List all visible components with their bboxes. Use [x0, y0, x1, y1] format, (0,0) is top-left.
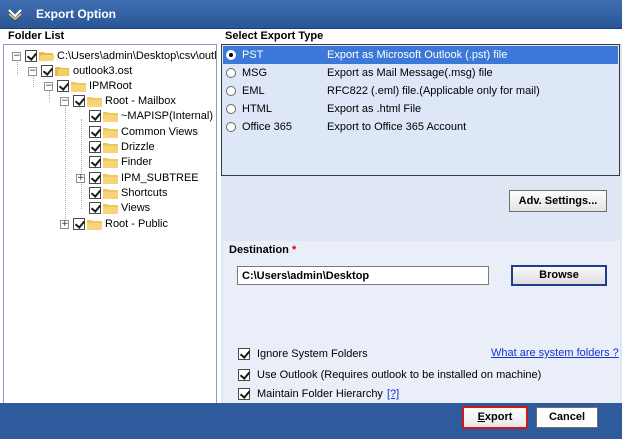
tree-node-label: Views: [121, 202, 151, 214]
tree-connector: [65, 103, 66, 225]
radio-button[interactable]: [226, 68, 236, 78]
tree-node-label: Root - Public: [105, 218, 168, 230]
tree-node-label: Shortcuts: [121, 187, 168, 199]
required-marker: *: [291, 244, 297, 256]
app-logo-icon: [8, 9, 22, 20]
folder-list-header: Folder List: [0, 29, 221, 44]
tree-checkbox[interactable]: [73, 95, 85, 107]
tree-node-label: Root - Mailbox: [105, 95, 176, 107]
folder-icon: [103, 128, 118, 138]
export-type-list[interactable]: PST Export as Microsoft Outlook (.pst) f…: [221, 44, 620, 176]
tree-checkbox[interactable]: [57, 80, 69, 92]
cancel-button[interactable]: Cancel: [536, 407, 598, 428]
destination-section: Destination * C:\Users\admin\Desktop Bro…: [223, 241, 620, 403]
destination-path-input[interactable]: C:\Users\admin\Desktop: [237, 266, 489, 285]
tree-checkbox[interactable]: [89, 202, 101, 214]
radio-button[interactable]: [226, 50, 236, 60]
maintain-hierarchy-checkbox[interactable]: [238, 388, 250, 400]
export-button[interactable]: Export: [462, 406, 528, 429]
adv-settings-button[interactable]: Adv. Settings...: [509, 190, 607, 212]
browse-button[interactable]: Browse: [511, 265, 607, 286]
tree-checkbox[interactable]: [89, 187, 101, 199]
export-options-panel: Select Export Type PST Export as Microso…: [221, 29, 622, 403]
title-bar: Export Option: [0, 0, 622, 29]
tree-node-label: IPMRoot: [89, 80, 132, 92]
ignore-system-folders-checkbox[interactable]: [238, 348, 250, 360]
tree-node-label: Common Views: [121, 126, 198, 138]
folder-icon: [103, 204, 118, 214]
window-title: Export Option: [36, 7, 116, 21]
export-type-office365[interactable]: Office 365 Export to Office 365 Account: [223, 118, 618, 136]
tree-checkbox[interactable]: [73, 218, 85, 230]
folder-icon: [87, 220, 102, 230]
tree-checkbox[interactable]: [89, 156, 101, 168]
export-type-msg[interactable]: MSG Export as Mail Message(.msg) file: [223, 64, 618, 82]
folder-tree[interactable]: − C:\Users\admin\Desktop\csv\outlo − out…: [3, 44, 217, 404]
destination-label: Destination *: [229, 244, 297, 256]
tree-checkbox[interactable]: [89, 110, 101, 122]
folder-icon: [87, 97, 102, 107]
hierarchy-help-link[interactable]: [?]: [387, 388, 399, 400]
tree-checkbox[interactable]: [41, 65, 53, 77]
use-outlook-checkbox[interactable]: [238, 369, 250, 381]
footer-bar: [0, 403, 622, 439]
expand-icon[interactable]: +: [60, 220, 69, 229]
tree-node-label: C:\Users\admin\Desktop\csv\outlo: [57, 50, 217, 62]
tree-checkbox[interactable]: [89, 141, 101, 153]
collapse-icon[interactable]: −: [28, 67, 37, 76]
expand-icon[interactable]: +: [76, 174, 85, 183]
tree-node-label: outlook3.ost: [73, 65, 133, 77]
export-type-header: Select Export Type: [221, 29, 622, 44]
folder-icon: [103, 189, 118, 199]
export-type-html[interactable]: HTML Export as .html File: [223, 100, 618, 118]
collapse-icon[interactable]: −: [44, 82, 53, 91]
tree-node-label: Finder: [121, 156, 153, 168]
collapse-icon[interactable]: −: [60, 97, 69, 106]
tree-node-label: Drizzle: [121, 141, 155, 153]
folder-icon: [71, 82, 86, 92]
folder-icon: [103, 174, 118, 184]
tree-connector: [81, 119, 82, 209]
folder-icon: [103, 158, 118, 168]
radio-button[interactable]: [226, 86, 236, 96]
folder-icon: [103, 143, 118, 153]
ost-file-icon: [55, 67, 69, 76]
tree-checkbox[interactable]: [89, 126, 101, 138]
system-folders-help-link[interactable]: What are system folders ?: [491, 347, 619, 359]
radio-button[interactable]: [226, 104, 236, 114]
tree-checkbox[interactable]: [89, 172, 101, 184]
tree-node-label: IPM_SUBTREE: [121, 172, 199, 184]
export-type-eml[interactable]: EML RFC822 (.eml) file.(Applicable only …: [223, 82, 618, 100]
folder-icon: [103, 112, 118, 122]
tree-node-label: ~MAPISP(Internal): [121, 110, 214, 122]
tree-checkbox[interactable]: [25, 50, 37, 62]
folder-open-icon: [39, 52, 55, 61]
export-type-pst[interactable]: PST Export as Microsoft Outlook (.pst) f…: [223, 46, 618, 64]
radio-button[interactable]: [226, 122, 236, 132]
collapse-icon[interactable]: −: [12, 52, 21, 61]
